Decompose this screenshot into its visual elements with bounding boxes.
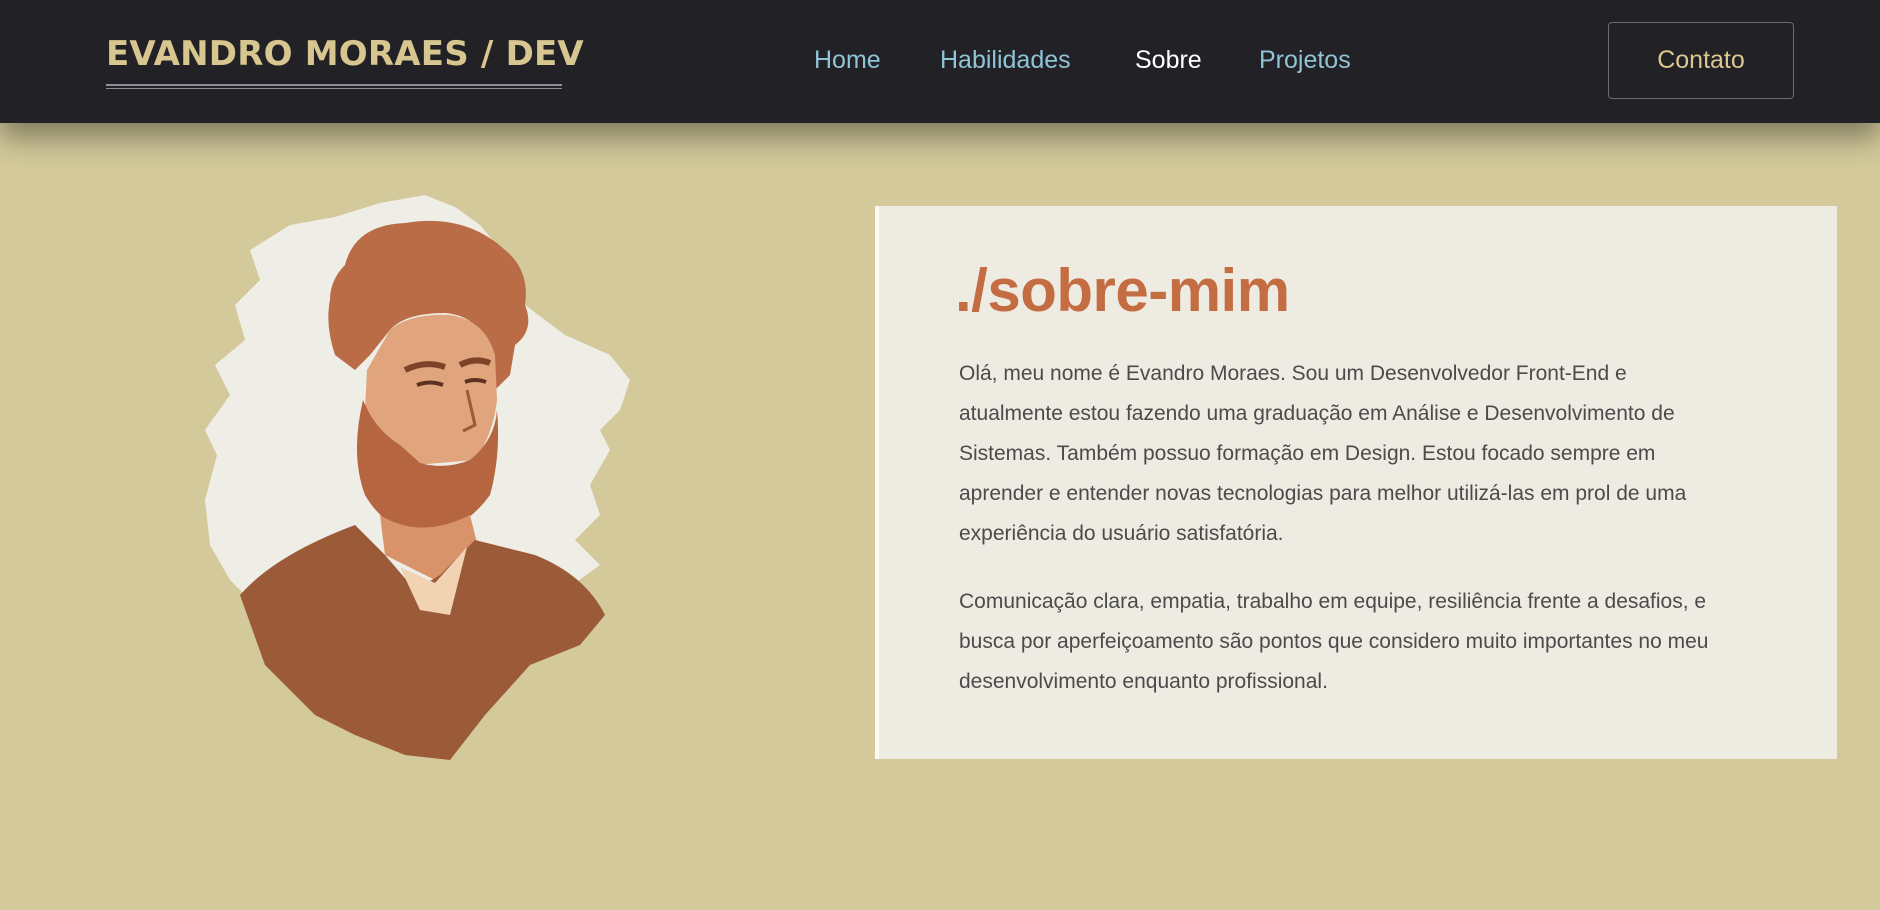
about-paragraph-intro: Olá, meu nome é Evandro Moraes. Sou um D… (959, 362, 1687, 545)
logo-underline (106, 84, 562, 89)
about-paragraph-skills: Comunicação clara, empatia, trabalho em … (959, 590, 1709, 693)
nav-link-projetos[interactable]: Projetos (1259, 46, 1351, 75)
profile-portrait (205, 195, 720, 765)
main-nav: Home Habilidades Sobre Projetos (0, 46, 1880, 80)
nav-link-sobre[interactable]: Sobre (1135, 46, 1202, 75)
nav-link-home[interactable]: Home (814, 46, 881, 75)
profile-portrait-illustration (205, 195, 630, 760)
about-card: ./sobre-mim Olá, meu nome é Evandro Mora… (875, 206, 1837, 759)
nav-link-habilidades[interactable]: Habilidades (940, 46, 1071, 75)
about-title: ./sobre-mim (955, 257, 1290, 324)
top-navbar: EVANDRO MORAES / DEV Home Habilidades So… (0, 0, 1880, 123)
contact-button[interactable]: Contato (1608, 22, 1794, 99)
